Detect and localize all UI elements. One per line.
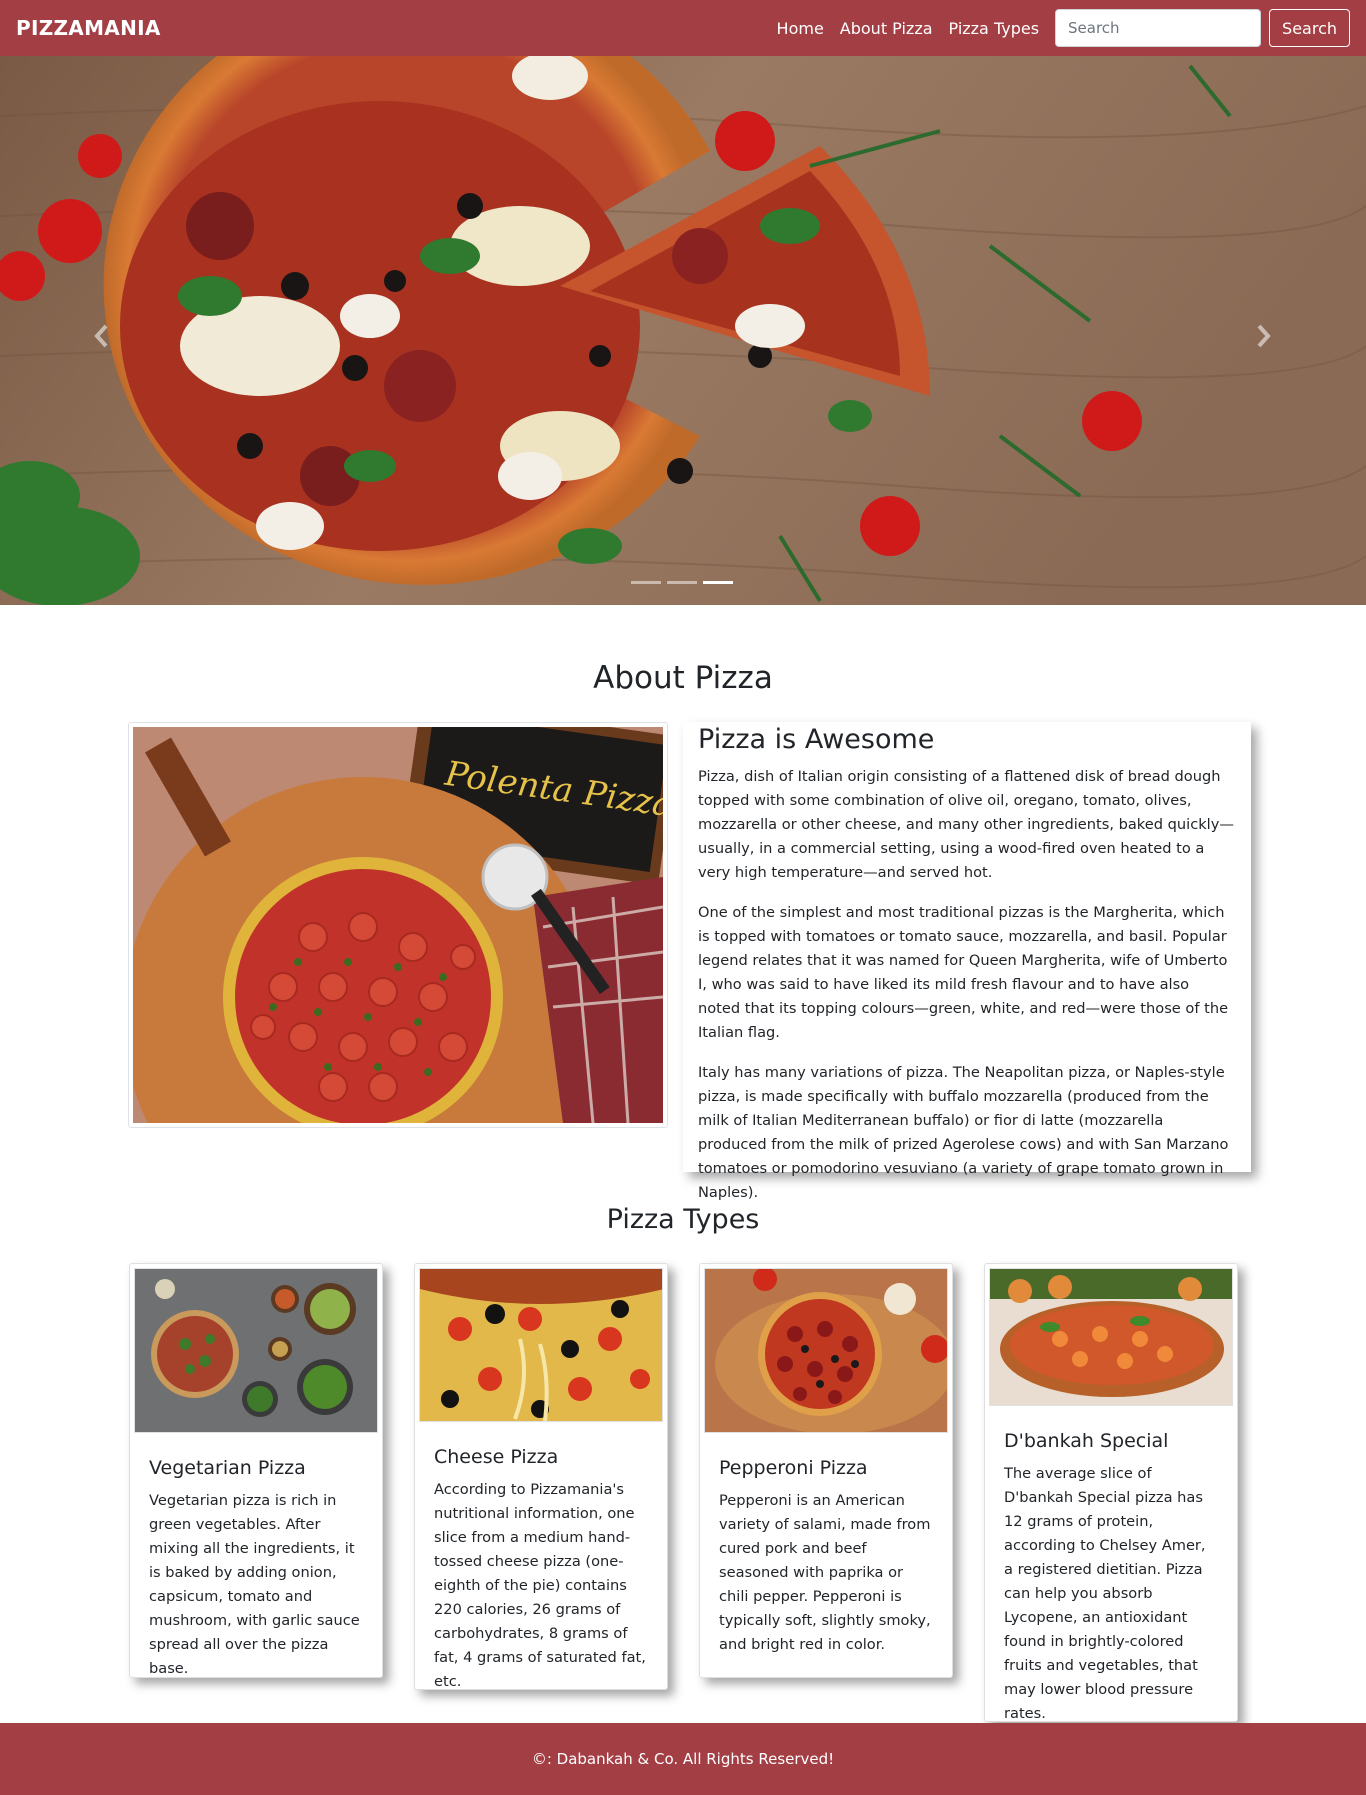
carousel-indicator-active[interactable] xyxy=(703,581,733,584)
navbar: PIZZAMANIA Home About Pizza Pizza Types … xyxy=(0,0,1366,56)
nav-link-about-pizza[interactable]: About Pizza xyxy=(840,19,933,38)
pizza-card-image xyxy=(134,1268,378,1433)
about-card: Pizza is Awesome Pizza, dish of Italian … xyxy=(683,722,1251,1201)
pizza-card-image xyxy=(704,1268,948,1433)
pizza-card-pepperoni: Pepperoni Pizza Pepperoni is an American… xyxy=(699,1263,953,1678)
pizza-card-text: According to Pizzamania's nutritional in… xyxy=(434,1481,646,1690)
about-pizza-image: Polenta Pizza xyxy=(123,701,679,1257)
search-button[interactable]: Search xyxy=(1269,9,1350,47)
carousel-indicator[interactable] xyxy=(631,581,661,584)
chevron-left-icon xyxy=(94,324,108,348)
pizza-card-cheese: Cheese Pizza According to Pizzamania's n… xyxy=(414,1263,668,1690)
pizza-card-text: Vegetarian pizza is rich in green vegeta… xyxy=(149,1492,360,1677)
pizza-card-image xyxy=(419,1268,663,1422)
brand-logo[interactable]: PIZZAMANIA xyxy=(16,16,161,40)
footer-copyright: ©: Dabankah & Co. All Rights Reserved! xyxy=(531,1750,835,1768)
hero-carousel xyxy=(0,56,1366,605)
pizza-card-vegetarian: Vegetarian Pizza Vegetarian pizza is ric… xyxy=(129,1263,383,1678)
about-card-title: Pizza is Awesome xyxy=(698,724,935,755)
nav-links: Home About Pizza Pizza Types Search xyxy=(777,9,1350,47)
about-heading: About Pizza xyxy=(593,660,773,696)
about-paragraph: One of the simplest and most traditional… xyxy=(698,904,1229,1041)
carousel-prev-button[interactable] xyxy=(82,306,122,366)
types-heading: Pizza Types xyxy=(606,1204,760,1235)
pizza-card-body: Cheese Pizza According to Pizzamania's n… xyxy=(415,1426,667,1694)
pizza-card-dbankah-special: D'bankah Special The average slice of D'… xyxy=(984,1263,1238,1722)
carousel-indicators xyxy=(631,581,739,584)
pizza-card-title: Cheese Pizza xyxy=(434,1446,559,1468)
pizza-card-body: Vegetarian Pizza Vegetarian pizza is ric… xyxy=(130,1437,382,1681)
about-paragraph: Italy has many variations of pizza. The … xyxy=(698,1064,1229,1201)
search-input[interactable] xyxy=(1055,9,1262,47)
carousel-indicator[interactable] xyxy=(667,581,697,584)
pizza-card-image xyxy=(989,1268,1233,1406)
chevron-right-icon xyxy=(1257,324,1271,348)
pizza-card-text: Pepperoni is an American variety of sala… xyxy=(719,1492,931,1653)
nav-link-home[interactable]: Home xyxy=(777,19,824,38)
about-paragraph: Pizza, dish of Italian origin consisting… xyxy=(698,768,1234,881)
pizza-card-title: Vegetarian Pizza xyxy=(149,1457,306,1479)
carousel-next-button[interactable] xyxy=(1243,306,1283,366)
pizza-card-body: D'bankah Special The average slice of D'… xyxy=(985,1410,1237,1726)
nav-link-pizza-types[interactable]: Pizza Types xyxy=(949,19,1040,38)
pizza-card-text: The average slice of D'bankah Special pi… xyxy=(1004,1465,1206,1722)
footer: ©: Dabankah & Co. All Rights Reserved! xyxy=(0,1723,1366,1795)
pizza-card-title: Pepperoni Pizza xyxy=(719,1457,868,1479)
hero-pizza-image xyxy=(0,56,1366,605)
pizza-card-body: Pepperoni Pizza Pepperoni is an American… xyxy=(700,1437,952,1657)
pizza-card-title: D'bankah Special xyxy=(1004,1430,1169,1452)
